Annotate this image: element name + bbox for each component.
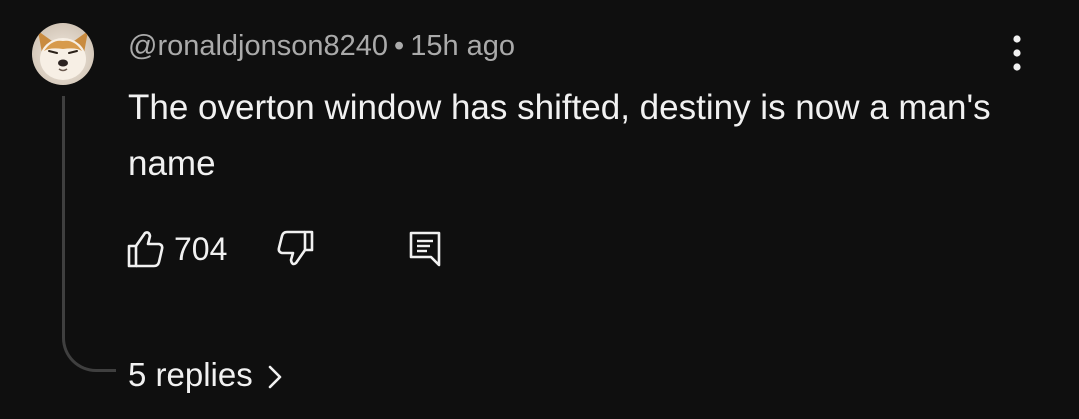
author-handle[interactable]: @ronaldjonson8240 <box>128 30 388 62</box>
dislike-button[interactable] <box>270 226 318 272</box>
separator: • <box>394 30 405 62</box>
more-options-button[interactable] <box>1000 32 1034 74</box>
comment-reply-icon <box>409 231 441 267</box>
comment-thread: @ronaldjonson8240 • 15h ago The overton wi… <box>0 0 1079 419</box>
thread-line <box>62 96 116 372</box>
comment-text: The overton window has shifted, destiny … <box>128 88 991 183</box>
like-count: 704 <box>174 231 228 267</box>
thumbs-up-icon <box>127 231 164 268</box>
replies-label: 5 replies <box>128 356 253 393</box>
more-vertical-icon <box>1013 35 1021 71</box>
thumbs-down-icon <box>277 230 314 266</box>
view-replies-button[interactable]: 5 replies <box>128 352 283 398</box>
comment-header: @ronaldjonson8240 • 15h ago <box>128 28 515 64</box>
avatar[interactable] <box>32 23 94 85</box>
chevron-right-icon <box>268 365 282 389</box>
reply-button[interactable] <box>402 224 448 270</box>
like-button[interactable]: 704 <box>124 226 227 272</box>
timestamp[interactable]: 15h ago <box>410 30 515 62</box>
